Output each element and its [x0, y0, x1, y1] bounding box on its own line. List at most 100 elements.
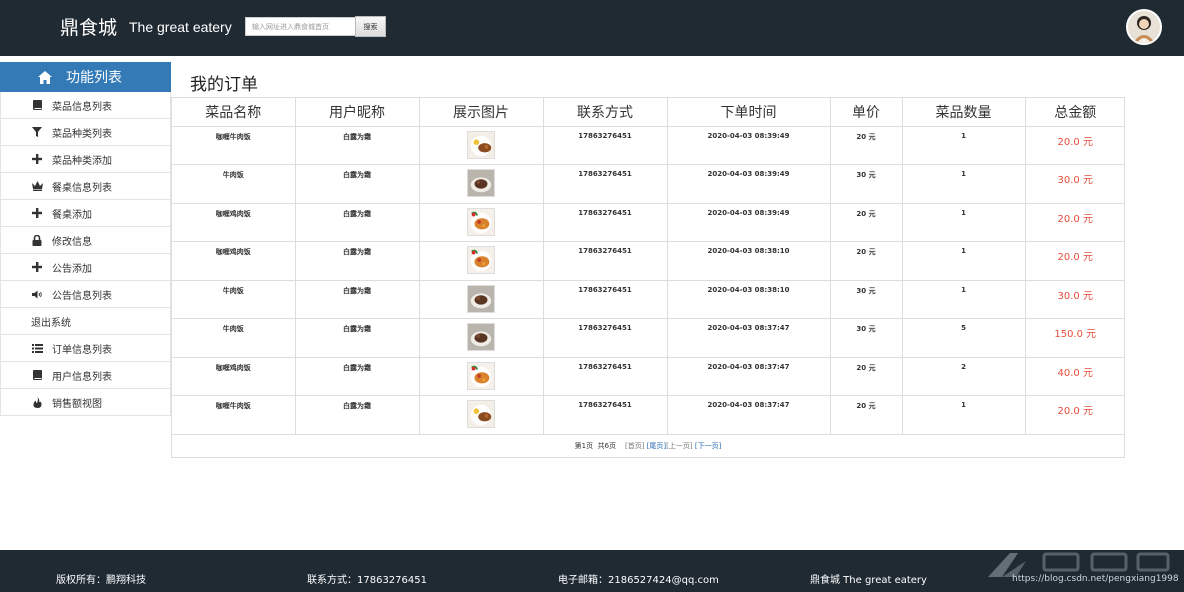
cell-image	[419, 280, 544, 319]
cell-quantity: 2	[902, 357, 1026, 396]
cell-quantity: 1	[902, 241, 1026, 281]
column-header: 菜品数量	[902, 98, 1026, 127]
sidebar: 功能列表 菜品信息列表 菜品种类列表 菜品种类添加 餐桌信息列表 餐桌添加 修改…	[0, 62, 171, 416]
volume-icon	[31, 290, 43, 299]
cell-phone: 17863276451	[543, 203, 668, 242]
cell-unit-price: 30 元	[830, 280, 903, 319]
dish-thumbnail	[467, 169, 495, 199]
table-row: 咖喱牛肉饭 白露为霜 17863276451 2020-04-03 08:39:49 2…	[172, 126, 1125, 165]
cell-image	[419, 318, 544, 358]
list-icon	[31, 343, 43, 353]
sidebar-item-sales-view[interactable]: 销售额视图	[0, 389, 171, 416]
sidebar-item-notice-list[interactable]: 公告信息列表	[0, 281, 171, 308]
cell-user-nickname: 白露为霜	[295, 126, 420, 165]
cell-dish-name: 牛肉饭	[172, 164, 296, 204]
cell-user-nickname: 白露为霜	[295, 164, 420, 204]
brand-name-en[interactable]: The great eatery	[129, 19, 232, 35]
cell-dish-name: 牛肉饭	[172, 280, 296, 319]
column-header: 单价	[830, 98, 903, 127]
cell-order-time: 2020-04-03 08:37:47	[667, 357, 831, 396]
cell-image	[419, 241, 544, 281]
cell-quantity: 1	[902, 395, 1026, 435]
sidebar-item-edit-info[interactable]: 修改信息	[0, 227, 171, 254]
table-header-row: 菜品名称 用户昵称 展示图片 联系方式 下单时间 单价 菜品数量 总金额	[172, 98, 1125, 127]
table-row: 牛肉饭 白露为霜 17863276451 2020-04-03 08:39:49 30 …	[172, 164, 1125, 204]
cell-order-time: 2020-04-03 08:38:10	[667, 280, 831, 319]
cell-unit-price: 20 元	[830, 395, 903, 435]
pager-next-link[interactable]: [下一页]	[695, 442, 721, 450]
column-header: 下单时间	[667, 98, 831, 127]
sidebar-item-category-list[interactable]: 菜品种类列表	[0, 119, 171, 146]
user-avatar[interactable]	[1126, 9, 1162, 45]
column-header: 总金额	[1025, 98, 1125, 127]
crown-icon	[31, 181, 43, 191]
cell-total: 20.0 元	[1025, 126, 1125, 165]
column-header: 用户昵称	[295, 98, 420, 127]
sidebar-item-label: 菜品信息列表	[52, 101, 112, 113]
cell-user-nickname: 白露为霜	[295, 241, 420, 281]
cell-unit-price: 20 元	[830, 203, 903, 242]
column-header: 展示图片	[419, 98, 544, 127]
pager-prev: [上一页]	[666, 441, 693, 450]
dish-thumbnail	[467, 207, 495, 238]
pager-total: 共6页	[597, 441, 617, 450]
cell-order-time: 2020-04-03 08:39:49	[667, 126, 831, 165]
cell-total: 20.0 元	[1025, 241, 1125, 281]
plus-icon	[31, 262, 43, 272]
dish-thumbnail	[467, 284, 495, 315]
sidebar-item-label: 菜品种类添加	[52, 155, 112, 167]
sidebar-item-notice-add[interactable]: 公告添加	[0, 254, 171, 281]
dish-thumbnail	[467, 130, 495, 161]
sidebar-title: 功能列表	[66, 70, 122, 86]
sidebar-item-logout[interactable]: 退出系统	[0, 308, 171, 335]
sidebar-item-table-list[interactable]: 餐桌信息列表	[0, 173, 171, 200]
search-button[interactable]: 搜索	[355, 16, 386, 37]
sidebar-item-dish-list[interactable]: 菜品信息列表	[0, 92, 171, 119]
cell-unit-price: 20 元	[830, 241, 903, 281]
brand-name-cn[interactable]: 鼎食城	[60, 13, 117, 40]
cell-total: 40.0 元	[1025, 357, 1125, 396]
cell-dish-name: 咖喱鸡肉饭	[172, 241, 296, 281]
lock-icon	[31, 234, 43, 246]
sidebar-item-label: 餐桌添加	[52, 209, 92, 221]
cell-total: 20.0 元	[1025, 203, 1125, 242]
sidebar-item-category-add[interactable]: 菜品种类添加	[0, 146, 171, 173]
cell-phone: 17863276451	[543, 126, 668, 165]
cell-order-time: 2020-04-03 08:37:47	[667, 318, 831, 358]
cell-unit-price: 30 元	[830, 318, 903, 358]
table-row: 咖喱鸡肉饭 白露为霜 17863276451 2020-04-03 08:37:47 2…	[172, 357, 1125, 396]
cell-total: 30.0 元	[1025, 280, 1125, 319]
pager-last-link[interactable]: [尾页]	[647, 442, 666, 450]
footer-copyright: 版权所有：鹏翔科技	[56, 575, 146, 586]
cell-image	[419, 203, 544, 242]
sidebar-item-label: 公告添加	[52, 263, 92, 275]
watermark-url: https://blog.csdn.net/pengxiang1998	[1012, 574, 1179, 584]
dish-thumbnail	[467, 246, 495, 276]
table-row: 咖喱牛肉饭 白露为霜 17863276451 2020-04-03 08:37:47 2…	[172, 395, 1125, 435]
dish-thumbnail	[467, 400, 495, 430]
sidebar-item-user-list[interactable]: 用户信息列表	[0, 362, 171, 389]
cell-image	[419, 395, 544, 435]
sidebar-item-label: 销售额视图	[52, 398, 102, 410]
cell-order-time: 2020-04-03 08:38:10	[667, 241, 831, 281]
avatar-image	[1128, 11, 1160, 43]
cell-total: 20.0 元	[1025, 395, 1125, 435]
cell-total: 150.0 元	[1025, 318, 1125, 358]
book-icon	[31, 100, 43, 110]
cell-order-time: 2020-04-03 08:39:49	[667, 164, 831, 204]
sidebar-item-label: 公告信息列表	[52, 290, 112, 302]
footer-contact: 联系方式：17863276451	[307, 575, 427, 586]
cell-order-time: 2020-04-03 08:37:47	[667, 395, 831, 435]
search-input[interactable]	[245, 17, 356, 36]
cell-quantity: 1	[902, 126, 1026, 165]
sidebar-item-table-add[interactable]: 餐桌添加	[0, 200, 171, 227]
cell-quantity: 1	[902, 164, 1026, 204]
plus-icon	[31, 154, 43, 164]
top-navbar: 鼎食城 The great eatery 搜索	[0, 0, 1184, 56]
sidebar-item-label: 订单信息列表	[52, 344, 112, 356]
sidebar-item-order-list[interactable]: 订单信息列表	[0, 335, 171, 362]
cell-unit-price: 20 元	[830, 357, 903, 396]
sidebar-item-label: 用户信息列表	[52, 371, 112, 383]
dish-thumbnail	[467, 361, 495, 392]
cell-image	[419, 357, 544, 396]
